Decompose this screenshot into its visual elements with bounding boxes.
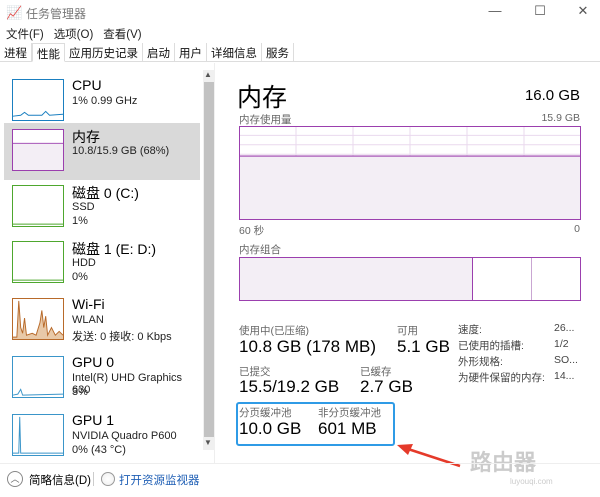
minimize-button[interactable]: — bbox=[480, 3, 510, 18]
resource-monitor-icon bbox=[101, 472, 115, 486]
tab-details[interactable]: 详细信息 bbox=[207, 43, 262, 61]
fewer-details-button[interactable]: 简略信息(D) bbox=[29, 472, 91, 488]
close-button[interactable]: ✕ bbox=[568, 3, 598, 19]
sidebar-item[interactable]: CPU 1% 0.99 GHz bbox=[4, 73, 200, 130]
paged-pool-value: 10.0 GB bbox=[239, 419, 302, 438]
sidebar-item-detail: Intel(R) UHD Graphics 630 bbox=[72, 372, 183, 396]
nonpaged-pool-value: 601 MB bbox=[318, 419, 377, 438]
sidebar-item[interactable]: 内存 10.8/15.9 GB (68%) bbox=[4, 123, 200, 180]
sidebar-item-name: CPU bbox=[72, 77, 102, 93]
sidebar-thumbnail-graph bbox=[12, 185, 64, 227]
menu-options[interactable]: 选项(O) bbox=[54, 26, 94, 42]
property-value: SO... bbox=[554, 354, 578, 366]
tab-performance[interactable]: 性能 bbox=[32, 43, 65, 62]
sidebar-item-name: Wi-Fi bbox=[72, 296, 105, 312]
sidebar-thumbnail-graph bbox=[12, 129, 64, 171]
sidebar-item-detail-2: 发送: 0 接收: 0 Kbps bbox=[72, 331, 172, 343]
sidebar-item[interactable]: 磁盘 0 (C:) SSD 1% bbox=[4, 179, 200, 236]
scroll-down-icon[interactable]: ▼ bbox=[204, 438, 212, 447]
total-memory: 16.0 GB bbox=[524, 87, 580, 104]
sidebar-thumbnail-graph bbox=[12, 298, 64, 340]
chevron-up-icon[interactable]: ︿ bbox=[7, 471, 23, 487]
axis-right: 0 bbox=[574, 223, 580, 235]
tab-processes[interactable]: 进程 bbox=[0, 43, 32, 61]
property-value: 26... bbox=[554, 322, 575, 334]
sidebar-item-detail-2: 0% (43 °C) bbox=[72, 444, 126, 456]
available-value: 5.1 GB bbox=[397, 337, 450, 356]
sidebar-thumbnail-graph bbox=[12, 414, 64, 456]
scrollbar-thumb[interactable] bbox=[204, 82, 214, 437]
sidebar-item-detail: SSD bbox=[72, 201, 95, 213]
sidebar-item-detail: 10.8/15.9 GB (68%) bbox=[72, 145, 170, 157]
sidebar-item-name: GPU 0 bbox=[72, 354, 115, 370]
property-label: 为硬件保留的内存: bbox=[458, 372, 545, 384]
sidebar-item-detail-2: 1% bbox=[72, 215, 88, 227]
property-value: 14... bbox=[554, 370, 575, 382]
sidebar-item-detail: NVIDIA Quadro P600 bbox=[72, 430, 177, 442]
tab-services[interactable]: 服务 bbox=[262, 43, 294, 61]
property-value: 1/2 bbox=[554, 338, 569, 350]
in-use-label: 使用中(已压缩) bbox=[239, 325, 309, 337]
usage-max: 15.9 GB bbox=[541, 112, 580, 124]
footer: ︿ 简略信息(D) 打开资源监视器 bbox=[0, 463, 600, 497]
menu-view[interactable]: 查看(V) bbox=[103, 26, 141, 42]
app-icon: 📈 bbox=[6, 5, 23, 20]
sidebar-item-detail: WLAN bbox=[72, 314, 104, 326]
sidebar-item-name: GPU 1 bbox=[72, 412, 115, 428]
sidebar-item[interactable]: 磁盘 1 (E: D:) HDD 0% bbox=[4, 235, 200, 292]
property-label: 外形规格: bbox=[458, 356, 503, 368]
memory-usage-chart bbox=[239, 126, 581, 220]
sidebar-thumbnail-graph bbox=[12, 79, 64, 121]
sidebar-item[interactable]: Wi-Fi WLAN 发送: 0 接收: 0 Kbps bbox=[4, 292, 200, 349]
axis-left: 60 秒 bbox=[239, 225, 265, 237]
memory-composition-bar bbox=[239, 257, 581, 301]
maximize-button[interactable]: ☐ bbox=[525, 3, 555, 19]
tab-app-history[interactable]: 应用历史记录 bbox=[65, 43, 143, 61]
usage-fill bbox=[239, 156, 581, 220]
composition-divider bbox=[531, 258, 532, 300]
property-label: 已使用的插槽: bbox=[458, 340, 524, 352]
usage-label: 内存使用量 bbox=[239, 114, 292, 126]
window-title: 任务管理器 bbox=[26, 7, 87, 21]
sidebar-item[interactable]: GPU 1 NVIDIA Quadro P600 0% (43 °C) bbox=[4, 408, 200, 465]
nonpaged-pool-label: 非分页缓冲池 bbox=[318, 407, 381, 419]
composition-in-use bbox=[240, 258, 473, 300]
sidebar-item-name: 磁盘 1 (E: D:) bbox=[72, 241, 157, 257]
sidebar-item-name: 磁盘 0 (C:) bbox=[72, 185, 139, 201]
tab-users[interactable]: 用户 bbox=[175, 43, 207, 61]
menu-bar: 文件(F) 选项(O) 查看(V) bbox=[6, 26, 142, 42]
property-label: 速度: bbox=[458, 324, 482, 336]
sidebar-item-detail-2: 3% bbox=[72, 386, 88, 398]
paged-pool-label: 分页缓冲池 bbox=[239, 407, 292, 419]
cached-value: 2.7 GB bbox=[360, 377, 413, 396]
sidebar-thumbnail-graph bbox=[12, 241, 64, 283]
title-bar: 📈 任务管理器 — ☐ ✕ bbox=[0, 0, 600, 24]
scroll-up-icon[interactable]: ▲ bbox=[204, 70, 212, 79]
committed-value: 15.5/19.2 GB bbox=[239, 377, 340, 396]
sidebar-thumbnail-graph bbox=[12, 356, 64, 398]
page-title: 内存 bbox=[237, 84, 288, 112]
composition-label: 内存组合 bbox=[239, 244, 281, 256]
sidebar-item[interactable]: GPU 0 Intel(R) UHD Graphics 630 3% bbox=[4, 350, 200, 407]
menu-file[interactable]: 文件(F) bbox=[6, 26, 44, 42]
tab-startup[interactable]: 启动 bbox=[143, 43, 175, 61]
available-label: 可用 bbox=[397, 325, 418, 337]
sidebar-item-detail: 1% 0.99 GHz bbox=[72, 95, 138, 107]
sidebar-item-name: 内存 bbox=[72, 129, 100, 145]
tab-bar: 进程 性能 应用历史记录 启动 用户 详细信息 服务 bbox=[0, 43, 600, 62]
sidebar-item-detail-2: 0% bbox=[72, 271, 88, 283]
open-resource-monitor-link[interactable]: 打开资源监视器 bbox=[119, 472, 200, 488]
sidebar: CPU 1% 0.99 GHz 内存 10.8/15.9 GB (68%) 磁盘… bbox=[0, 63, 215, 463]
in-use-value: 10.8 GB (178 MB) bbox=[239, 337, 377, 356]
divider bbox=[93, 472, 94, 486]
sidebar-item-detail: HDD bbox=[72, 257, 96, 269]
